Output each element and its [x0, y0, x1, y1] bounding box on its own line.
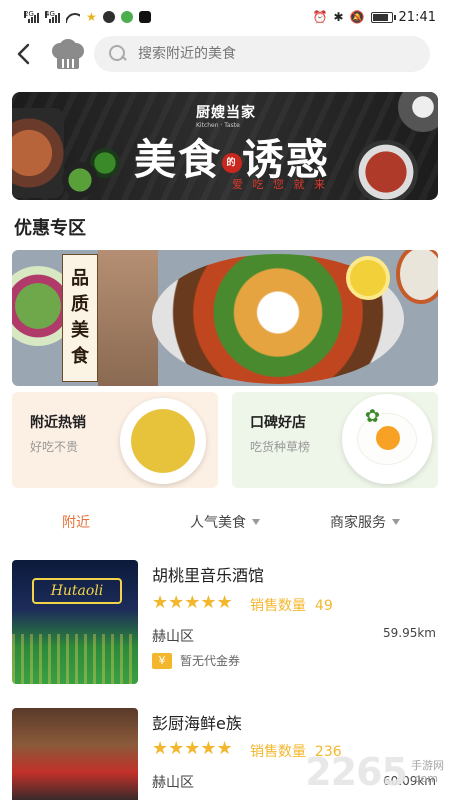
status-right: ⏰ ✱ 🔕 21:41 [313, 10, 436, 25]
rating-stars: ★★★★★ [152, 738, 233, 759]
tab-label: 人气美食 [190, 515, 246, 531]
noodle-dish-image [120, 398, 206, 484]
watermark-line: .com [411, 772, 438, 785]
network-type-label: 2G [24, 10, 34, 18]
signal-icon: 2G [24, 11, 39, 23]
nearby-hot-card[interactable]: 附近热销 好吃不贵 [12, 392, 218, 488]
list-item[interactable]: Hutaoli 胡桃里音乐酒馆 ★★★★★ 销售数量 49 赫山区 59.95k… [0, 560, 450, 690]
tag-char: 食 [71, 346, 89, 367]
tag-char: 品 [71, 268, 89, 289]
section-title: 优惠专区 [14, 218, 86, 239]
district: 赫山区 [152, 775, 194, 791]
string-lights [12, 634, 138, 684]
tab-label: 附近 [62, 515, 90, 531]
clock: 21:41 [398, 9, 436, 25]
banner-dish-image [12, 108, 64, 198]
tab-nearby[interactable]: 附近 [62, 512, 90, 532]
card-subtitle: 好吃不贵 [30, 440, 79, 454]
chevron-down-icon [252, 519, 260, 525]
card-title: 附近热销 [30, 415, 86, 431]
tiktok-icon [138, 11, 151, 23]
banner-dish-image-3 [62, 162, 98, 198]
sales-count: 销售数量 49 [250, 595, 333, 615]
distance: 59.95km [383, 626, 436, 640]
star-app-icon: ★ [86, 10, 97, 24]
card-title: 口碑好店 [250, 415, 306, 431]
mute-icon: 🔕 [349, 10, 365, 24]
search-input[interactable] [138, 46, 398, 62]
watermark-text: 手游网 .com [411, 759, 444, 785]
chevron-down-icon [392, 519, 400, 525]
hero-banner[interactable]: 厨嫂当家 Kitchen · Taste 美食的诱惑 爱 吃 您 就 来 [12, 92, 438, 200]
sales-label: 销售数量 [250, 598, 306, 614]
watermark-number: 2265 [305, 750, 408, 794]
restaurant-photo [12, 708, 138, 800]
filter-tabs: 附近 人气美食 商家服务 [0, 512, 450, 538]
restaurant-name: 彭厨海鲜e族 [152, 714, 242, 733]
bluetooth-icon: ✱ [333, 10, 344, 24]
back-button[interactable] [14, 42, 38, 66]
wifi-icon [66, 12, 80, 23]
cutting-board-image [98, 250, 158, 386]
dip-bowl-image [396, 250, 438, 304]
leaf-icon: ✿ [364, 406, 380, 427]
watermark: 2265 手游网 .com [305, 750, 444, 794]
coupon-icon: ¥ [152, 652, 172, 669]
search-bar[interactable] [94, 36, 430, 72]
banner-dish-image-4 [354, 140, 418, 200]
chef-hat-icon [50, 39, 86, 71]
tab-popular-food[interactable]: 人气美食 [190, 512, 260, 532]
app-notification-icon [102, 11, 115, 23]
banner-subtitle: 爱 吃 您 就 来 [232, 178, 328, 191]
restaurant-name: 胡桃里音乐酒馆 [152, 566, 265, 585]
fried-egg-image [342, 394, 432, 484]
chevron-left-icon [17, 43, 30, 65]
tab-label: 商家服务 [330, 515, 386, 531]
tag-char: 质 [71, 294, 89, 315]
restaurant-photo: Hutaoli [12, 560, 138, 684]
status-left: 2G 4G ★ [24, 10, 151, 24]
neon-sign: Hutaoli [32, 578, 122, 604]
coupon-text: 暂无代金券 [180, 654, 241, 668]
quality-food-banner[interactable]: 品 质 美 食 [12, 250, 438, 386]
sales-label: 销售数量 [250, 744, 306, 760]
brand-logo: 厨嫂当家 Kitchen · Taste [196, 102, 256, 129]
watermark-line: 手游网 [411, 759, 444, 772]
district: 赫山区 [152, 629, 194, 645]
signal-icon-2: 4G [45, 11, 60, 23]
banner-title-left: 美食 [134, 135, 223, 184]
rating-stars: ★★★★★ [152, 592, 233, 613]
lemon-image [346, 256, 390, 300]
alarm-icon: ⏰ [312, 10, 328, 24]
status-bar: 2G 4G ★ ⏰ ✱ 🔕 21:41 [0, 0, 450, 34]
network-type-label-2: 4G [45, 10, 55, 18]
app-notification-icon-2 [120, 11, 133, 23]
tag-char: 美 [71, 320, 89, 341]
battery-icon [370, 11, 396, 23]
tab-merchant-service[interactable]: 商家服务 [330, 512, 400, 532]
coupon-info: ¥ 暂无代金券 [152, 652, 240, 669]
banner-title-dot: 的 [222, 153, 243, 173]
top-rated-card[interactable]: 口碑好店 吃货种草榜 ✿ [232, 392, 438, 488]
quality-food-tag: 品 质 美 食 [62, 254, 98, 382]
sales-value: 49 [314, 598, 333, 614]
card-subtitle: 吃货种草榜 [250, 440, 311, 454]
search-icon [108, 44, 128, 64]
brand-name: 厨嫂当家 [196, 105, 256, 121]
search-header [0, 36, 450, 76]
